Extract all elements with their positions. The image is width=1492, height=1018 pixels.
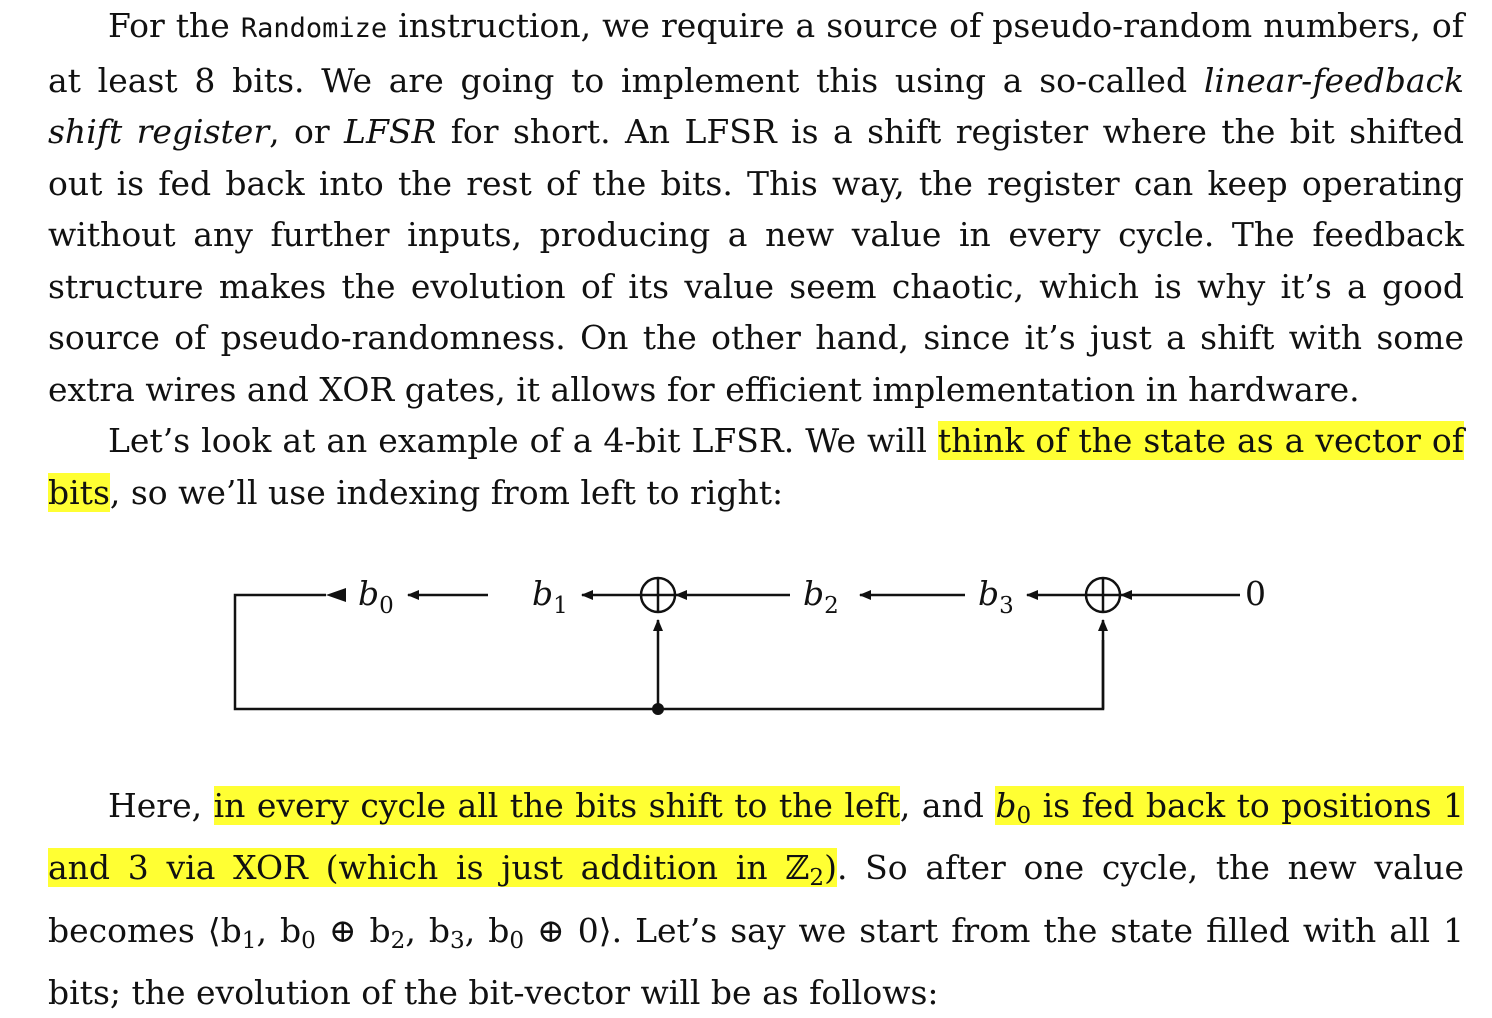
label-b1: b1 (532, 574, 568, 619)
subscript: 3 (449, 927, 465, 954)
highlight-shift: in every cycle all the bits shift to the… (213, 786, 900, 825)
text: Let’s look at an example of a 4-bit LFSR… (108, 421, 938, 460)
label-b3: b3 (978, 574, 1014, 619)
xor-gate-3 (1084, 576, 1122, 614)
text: , b (405, 910, 450, 950)
subscript: 2 (809, 865, 825, 892)
feedback-loop-line (233, 593, 1105, 711)
text: , b (464, 910, 510, 950)
subscript: 0 (301, 927, 316, 954)
paragraph-lfsr-intro: For the Randomize instruction, we requir… (48, 0, 1464, 415)
var-b: b (995, 786, 1017, 825)
subscript: 2 (390, 927, 406, 954)
junction-dot (652, 703, 664, 715)
text: , b (256, 910, 302, 950)
subscript: 1 (241, 927, 257, 954)
text: ⊕ b (315, 910, 391, 950)
label-input-zero: 0 (1245, 574, 1266, 613)
text: for short. An LFSR is a shift register w… (48, 112, 1464, 409)
text: , or (269, 112, 345, 151)
text: , and (899, 786, 996, 825)
document-page: For the Randomize instruction, we requir… (48, 0, 1464, 518)
text: Here, (108, 786, 214, 825)
text: , so we’ll use indexing from left to rig… (109, 472, 784, 512)
paragraph-explanation: Here, in every cycle all the bits shift … (48, 780, 1464, 1018)
label-b0: b0 (358, 574, 394, 619)
arrowhead-into-b0 (326, 588, 346, 602)
emphasis-acronym: LFSR (344, 112, 437, 151)
text: ) (824, 848, 837, 888)
paragraph-example: Let’s look at an example of a 4-bit LFSR… (48, 415, 1464, 518)
subscript: 0 (1016, 802, 1032, 829)
text: For the (108, 6, 241, 45)
subscript: 0 (509, 927, 525, 954)
label-b2: b2 (803, 574, 839, 619)
xor-gate-1 (639, 576, 677, 614)
code-randomize: Randomize (240, 13, 388, 44)
